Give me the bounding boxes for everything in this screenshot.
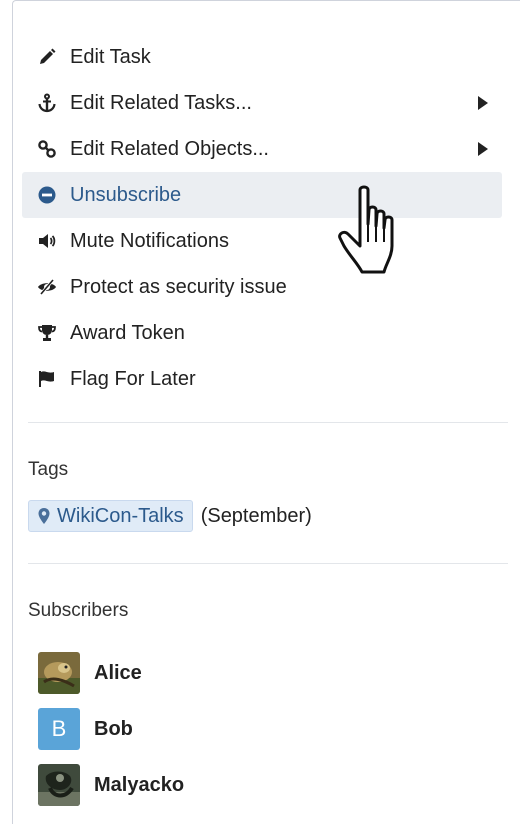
- subscriber-list: Alice B Bob Malyacko: [38, 645, 184, 813]
- divider: [28, 422, 508, 423]
- action-list: Edit Task Edit Related Tasks... Edit Rel…: [22, 34, 502, 402]
- action-label: Unsubscribe: [70, 183, 182, 206]
- anchor-icon: [36, 92, 58, 114]
- action-label: Edit Task: [70, 45, 151, 68]
- subscriber-name: Bob: [94, 717, 133, 740]
- subscriber-malyacko[interactable]: Malyacko: [38, 757, 184, 813]
- edit-related-tasks-action[interactable]: Edit Related Tasks...: [22, 80, 502, 126]
- mute-notifications-action[interactable]: Mute Notifications: [22, 218, 502, 264]
- flag-for-later-action[interactable]: Flag For Later: [22, 356, 502, 402]
- tag-row: WikiCon-Talks (September): [28, 500, 312, 532]
- edit-related-objects-action[interactable]: Edit Related Objects...: [22, 126, 502, 172]
- edit-task-action[interactable]: Edit Task: [22, 34, 502, 80]
- subscriber-bob[interactable]: B Bob: [38, 701, 184, 757]
- action-label: Protect as security issue: [70, 275, 287, 298]
- subscriber-name: Malyacko: [94, 773, 185, 796]
- action-label: Edit Related Tasks...: [70, 91, 252, 114]
- action-label: Flag For Later: [70, 367, 196, 390]
- avatar: [38, 652, 80, 694]
- hand-cursor-icon: [338, 185, 394, 274]
- link-icon: [36, 138, 58, 160]
- award-token-action[interactable]: Award Token: [22, 310, 502, 356]
- subscriber-alice[interactable]: Alice: [38, 645, 184, 701]
- submenu-arrow-icon: [478, 142, 488, 156]
- protect-security-action[interactable]: Protect as security issue: [22, 264, 502, 310]
- eye-slash-icon: [36, 276, 58, 298]
- flag-icon: [36, 368, 58, 390]
- action-label: Award Token: [70, 321, 185, 344]
- tag-wikicon-talks[interactable]: WikiCon-Talks: [28, 500, 193, 532]
- volume-icon: [36, 230, 58, 252]
- pencil-icon: [36, 46, 58, 68]
- divider: [28, 563, 508, 564]
- action-label: Mute Notifications: [70, 229, 229, 252]
- avatar: B: [38, 708, 80, 750]
- tag-suffix: (September): [200, 504, 312, 527]
- unsubscribe-action[interactable]: Unsubscribe: [22, 172, 502, 218]
- submenu-arrow-icon: [478, 96, 488, 110]
- avatar: [38, 764, 80, 806]
- minus-circle-icon: [36, 184, 58, 206]
- tags-heading: Tags: [28, 459, 69, 480]
- subscriber-name: Alice: [94, 661, 142, 684]
- action-label: Edit Related Objects...: [70, 137, 269, 160]
- tag-label: WikiCon-Talks: [57, 504, 184, 527]
- subscribers-heading: Subscribers: [28, 600, 129, 621]
- trophy-icon: [36, 322, 58, 344]
- map-pin-icon: [38, 508, 50, 524]
